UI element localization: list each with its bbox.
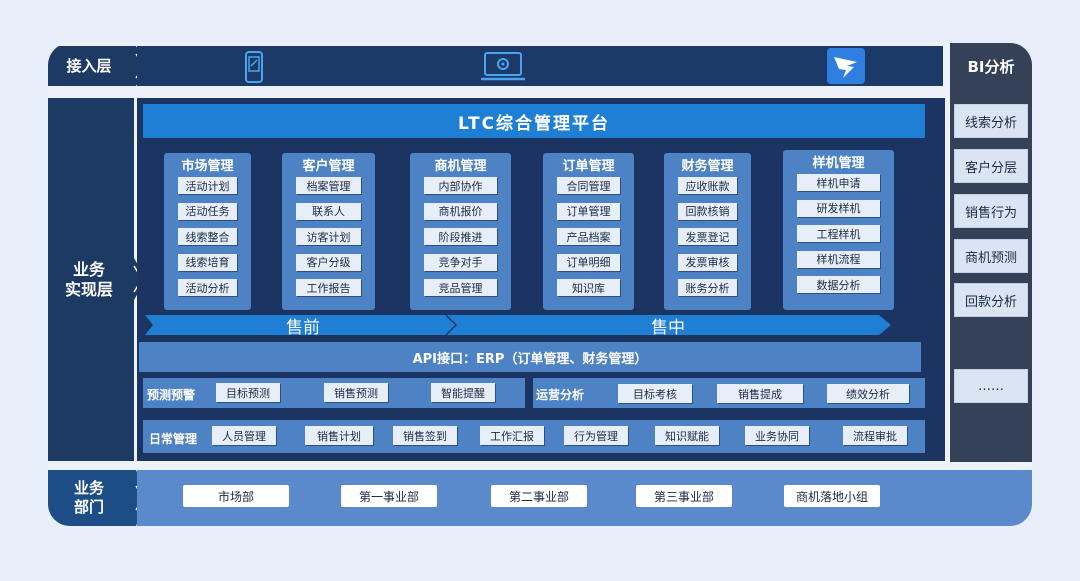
module-item: 发票登记 <box>678 228 737 245</box>
business-layer-label: 业务 实现层 <box>48 98 130 461</box>
module-title: 财务管理 <box>681 159 734 174</box>
access-layer-label: 接入层 <box>48 46 130 86</box>
module-item: 样机申请 <box>797 174 880 191</box>
department-item: 第三事业部 <box>636 485 732 507</box>
stage-arrow <box>145 315 891 335</box>
department-item: 市场部 <box>183 485 289 507</box>
module-item: 商机报价 <box>424 202 497 220</box>
mobile-phone-icon <box>245 51 263 83</box>
bi-analysis-title: BI分析 <box>967 57 1015 76</box>
daily-item: 流程审批 <box>843 426 907 445</box>
daily-item: 人员管理 <box>212 426 276 445</box>
module-item: 订单管理 <box>557 202 620 220</box>
bi-item: 回款分析 <box>954 283 1028 317</box>
module-item: 线索培育 <box>178 253 237 271</box>
module-item: 知识库 <box>557 279 620 296</box>
module-item: 活动计划 <box>178 177 237 194</box>
bi-item: 销售行为 <box>954 194 1028 228</box>
module-item: 访客计划 <box>296 228 361 245</box>
module-item: 活动任务 <box>178 202 237 220</box>
module-item: 产品档案 <box>557 228 620 245</box>
operation-item: 绩效分析 <box>827 384 909 403</box>
department-item: 第一事业部 <box>341 485 437 507</box>
bi-item: 线索分析 <box>954 104 1028 138</box>
module-item: 账务分析 <box>678 279 737 296</box>
daily-item: 知识赋能 <box>655 426 719 445</box>
operation-item: 目标考核 <box>618 384 692 403</box>
forecast-panel-title: 预测预警 <box>147 388 196 402</box>
module-item: 样机流程 <box>797 250 880 268</box>
module-item: 工作报告 <box>296 279 361 296</box>
daily-item: 销售签到 <box>393 426 457 445</box>
daily-item: 销售计划 <box>305 426 373 445</box>
module-item: 研发样机 <box>797 199 880 217</box>
platform-title: LTC综合管理平台 <box>143 104 925 138</box>
operation-panel-title: 运营分析 <box>536 388 585 402</box>
module-item: 发票审核 <box>678 253 737 271</box>
stage-label-insale: 售中 <box>651 317 685 338</box>
department-item: 第二事业部 <box>491 485 587 507</box>
module-item: 联系人 <box>296 202 361 220</box>
module-panel: 财务管理应收账款回款核销发票登记发票审核账务分析 <box>664 153 751 310</box>
module-title: 样机管理 <box>812 156 865 171</box>
architecture-frame: 接入层 BI分析 线索分析 客户分层 销售行为 商机预测 回款分析 …… 业务 … <box>48 43 1032 526</box>
module-item: 回款核销 <box>678 202 737 220</box>
module-item: 活动分析 <box>178 279 237 296</box>
bi-item: …… <box>954 369 1028 403</box>
module-title: 订单管理 <box>562 159 615 174</box>
forecast-item: 智能提醒 <box>431 383 495 402</box>
department-label: 业务 部门 <box>48 470 130 526</box>
operation-item: 销售提成 <box>717 384 803 403</box>
module-item: 内部协作 <box>424 177 497 194</box>
module-panel: 订单管理 合同管理 订单管理 产品档案 订单明细 知识库 <box>543 153 634 310</box>
stage-label-presale: 售前 <box>286 317 320 338</box>
module-panel: 样机管理样机申请研发样机工程样机样机流程数据分析 <box>783 150 894 310</box>
module-item: 客户分级 <box>296 253 361 271</box>
department-item: 商机落地小组 <box>784 485 880 507</box>
module-item: 竞争对手 <box>424 253 497 271</box>
module-item: 订单明细 <box>557 253 620 271</box>
bi-item: 商机预测 <box>954 239 1028 273</box>
module-item: 工程样机 <box>797 225 880 242</box>
api-interface-bar: API接口：ERP（订单管理、财务管理） <box>139 342 921 372</box>
module-title: 市场管理 <box>181 159 234 174</box>
module-item: 数据分析 <box>797 276 880 293</box>
forecast-item: 销售预测 <box>324 383 388 402</box>
module-title: 商机管理 <box>434 159 487 174</box>
module-item: 阶段推进 <box>424 228 497 245</box>
module-item: 线索整合 <box>178 228 237 245</box>
module-panel: 商机管理内部协作商机报价阶段推进竞争对手竞品管理 <box>410 153 511 310</box>
daily-item: 业务协同 <box>745 426 809 445</box>
laptop-icon <box>481 52 525 81</box>
module-title: 客户管理 <box>302 159 355 174</box>
daily-item: 行为管理 <box>564 426 628 445</box>
bi-item: 客户分层 <box>954 149 1028 183</box>
module-item: 应收账款 <box>678 177 737 194</box>
daily-panel-title: 日常管理 <box>149 432 198 446</box>
module-panel: 客户管理档案管理联系人访客计划客户分级工作报告 <box>282 153 375 310</box>
module-item: 档案管理 <box>296 177 361 194</box>
daily-item: 工作汇报 <box>480 426 544 445</box>
module-item: 合同管理 <box>557 177 620 194</box>
module-item: 竞品管理 <box>424 279 497 296</box>
dingtalk-logo-icon <box>827 48 865 84</box>
module-panel: 市场管理活动计划活动任务线索整合线索培育活动分析 <box>164 153 251 310</box>
forecast-item: 目标预测 <box>216 383 280 402</box>
